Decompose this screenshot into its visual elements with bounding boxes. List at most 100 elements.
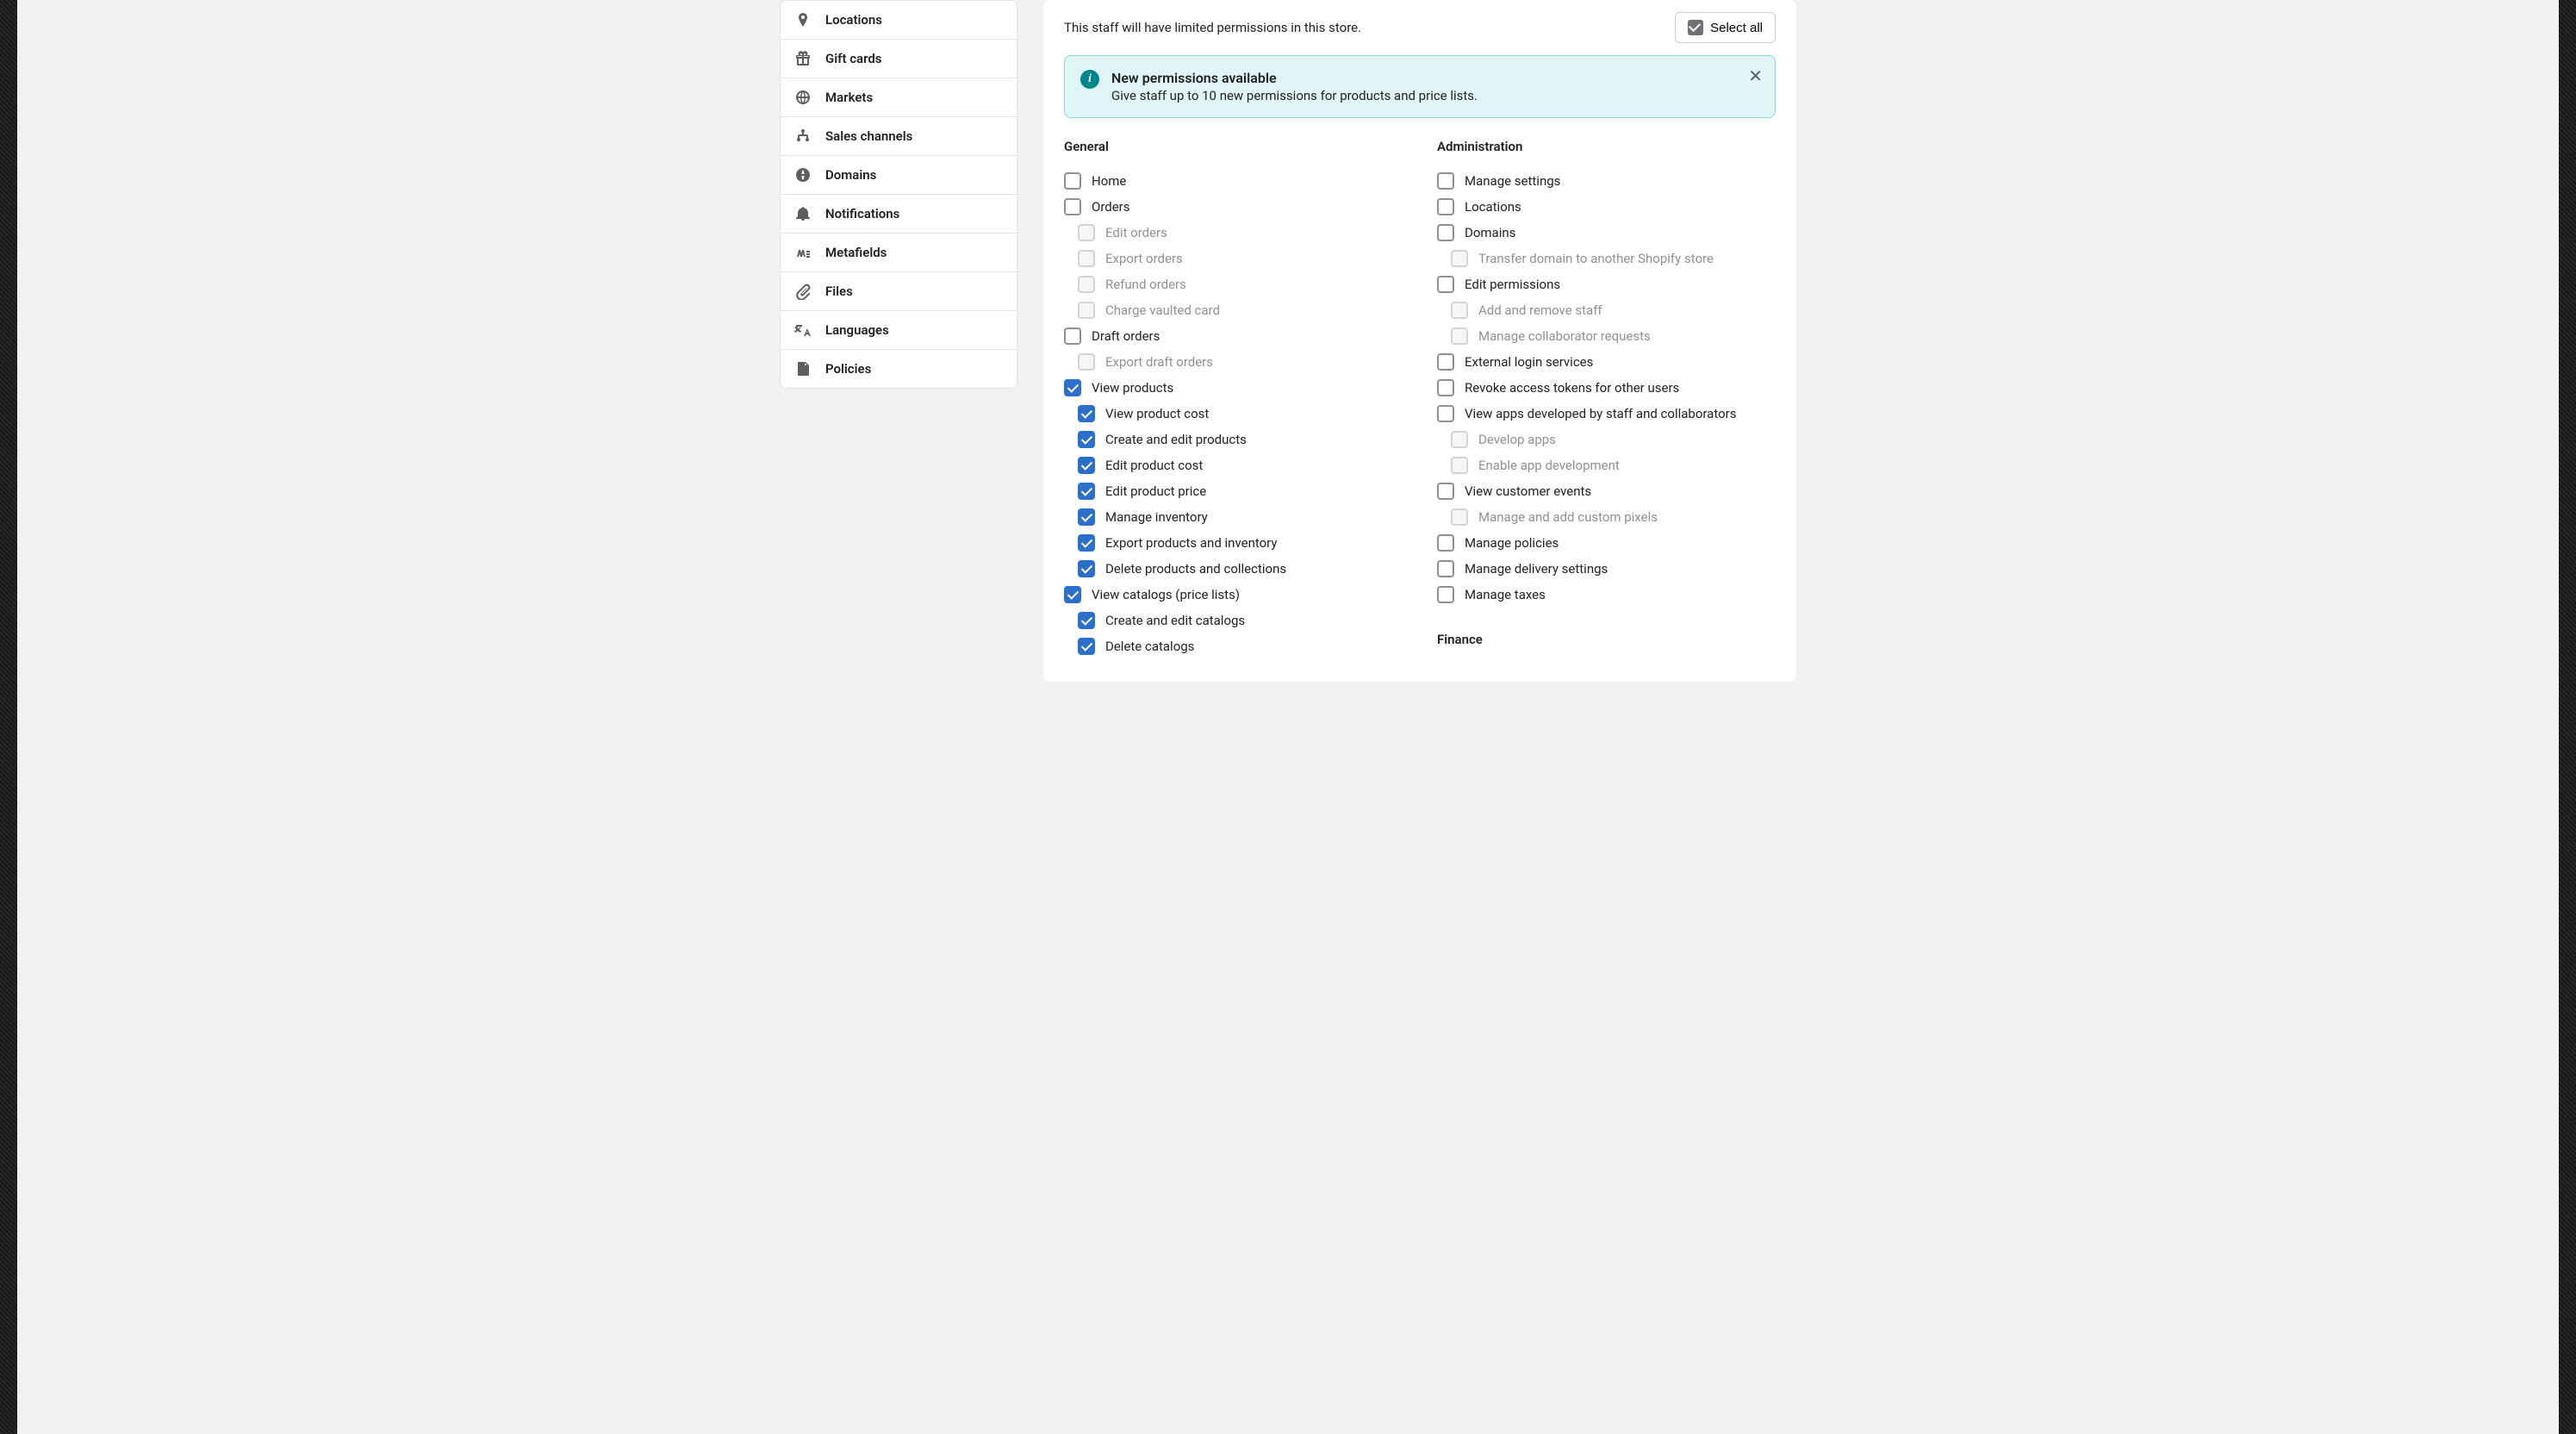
administration-permission-row[interactable]: Manage policies (1437, 530, 1776, 556)
general-permission-row[interactable]: Manage inventory (1078, 504, 1403, 530)
administration-permission-row[interactable]: Manage settings (1437, 168, 1776, 194)
checkbox[interactable] (1437, 198, 1454, 215)
permission-label: Manage collaborator requests (1478, 328, 1651, 344)
general-column: General HomeOrdersEdit ordersExport orde… (1064, 139, 1403, 661)
checkbox[interactable] (1437, 224, 1454, 241)
general-permission-row[interactable]: Export products and inventory (1078, 530, 1403, 556)
administration-permission-row[interactable]: Locations (1437, 194, 1776, 220)
general-permission-row[interactable]: Create and edit catalogs (1078, 608, 1403, 633)
checkbox[interactable] (1437, 483, 1454, 500)
checkbox[interactable] (1078, 612, 1095, 629)
settings-sidebar: Locations Gift cards Markets Sales channels… (780, 0, 1017, 389)
sidebar-item-notifications[interactable]: Notifications (781, 195, 1017, 234)
permission-label: View product cost (1105, 406, 1209, 421)
checkbox[interactable] (1078, 457, 1095, 474)
administration-permission-row: Transfer domain to another Shopify store (1451, 246, 1776, 271)
checkbox[interactable] (1078, 431, 1095, 448)
permission-label: View products (1092, 380, 1173, 396)
sidebar-item-markets[interactable]: Markets (781, 78, 1017, 117)
checkbox[interactable] (1078, 508, 1095, 526)
checkbox[interactable] (1437, 172, 1454, 190)
administration-permission-row[interactable]: External login services (1437, 349, 1776, 375)
checkbox (1451, 431, 1468, 448)
checkbox[interactable] (1078, 560, 1095, 577)
checkbox[interactable] (1437, 353, 1454, 371)
permission-label: Manage settings (1465, 173, 1560, 189)
permissions-panel: This staff will have limited permissions… (1043, 0, 1796, 682)
checkbox[interactable] (1064, 379, 1081, 396)
checkbox (1451, 508, 1468, 526)
select-all-button[interactable]: Select all (1675, 12, 1776, 43)
general-permission-row[interactable]: View catalogs (price lists) (1064, 582, 1403, 608)
sidebar-item-languages[interactable]: Languages (781, 311, 1017, 350)
general-permission-row[interactable]: Delete products and collections (1078, 556, 1403, 582)
meta-icon (794, 244, 812, 261)
permission-label: Export products and inventory (1105, 535, 1277, 551)
administration-heading: Administration (1437, 139, 1776, 154)
general-permission-row[interactable]: Draft orders (1064, 323, 1403, 349)
administration-permission-row[interactable]: Domains (1437, 220, 1776, 246)
checkbox[interactable] (1437, 560, 1454, 577)
permission-label: Edit product cost (1105, 458, 1203, 473)
general-permission-row[interactable]: View product cost (1078, 401, 1403, 427)
permission-label: Manage inventory (1105, 509, 1208, 525)
administration-permission-row[interactable]: Revoke access tokens for other users (1437, 375, 1776, 401)
sidebar-item-metafields[interactable]: Metafields (781, 234, 1017, 272)
checkbox[interactable] (1437, 586, 1454, 603)
permission-label: View catalogs (price lists) (1092, 587, 1240, 602)
administration-permission-row[interactable]: Manage delivery settings (1437, 556, 1776, 582)
checkbox[interactable] (1437, 379, 1454, 396)
checkbox[interactable] (1064, 586, 1081, 603)
checkbox[interactable] (1064, 327, 1081, 345)
sidebar-item-sales-channels[interactable]: Sales channels (781, 117, 1017, 156)
checkbox (1078, 224, 1095, 241)
checkbox[interactable] (1078, 483, 1095, 500)
permission-label: Develop apps (1478, 432, 1556, 447)
permissions-description: This staff will have limited permissions… (1064, 20, 1361, 35)
checkbox (1451, 327, 1468, 345)
general-permission-row[interactable]: Create and edit products (1078, 427, 1403, 452)
info-icon: i (1080, 70, 1099, 89)
pin-icon (794, 11, 812, 28)
checkbox[interactable] (1437, 534, 1454, 552)
permission-label: Create and edit products (1105, 432, 1247, 447)
sidebar-item-locations[interactable]: Locations (781, 1, 1017, 40)
checkbox[interactable] (1078, 405, 1095, 422)
checkbox[interactable] (1437, 276, 1454, 293)
sidebar-item-domains[interactable]: Domains (781, 156, 1017, 195)
administration-permission-row[interactable]: Manage taxes (1437, 582, 1776, 608)
banner-close-button[interactable]: ✕ (1748, 68, 1763, 85)
permission-label: View customer events (1465, 483, 1591, 499)
permission-label: Enable app development (1478, 458, 1620, 473)
sidebar-item-label: Policies (825, 361, 871, 377)
channels-icon (794, 128, 812, 145)
sidebar-item-files[interactable]: Files (781, 272, 1017, 311)
permission-label: Manage and add custom pixels (1478, 509, 1658, 525)
general-permission-row[interactable]: Edit product cost (1078, 452, 1403, 478)
checkbox[interactable] (1064, 172, 1081, 190)
general-permission-row: Charge vaulted card (1078, 297, 1403, 323)
checkbox[interactable] (1078, 534, 1095, 552)
general-permission-row[interactable]: Edit product price (1078, 478, 1403, 504)
sidebar-item-label: Markets (825, 90, 873, 105)
checkbox[interactable] (1437, 405, 1454, 422)
new-permissions-banner: i New permissions available Give staff u… (1064, 55, 1776, 118)
permission-label: Transfer domain to another Shopify store (1478, 251, 1714, 266)
general-permission-row[interactable]: Orders (1064, 194, 1403, 220)
checkbox[interactable] (1064, 198, 1081, 215)
general-heading: General (1064, 139, 1403, 154)
administration-permission-row[interactable]: Edit permissions (1437, 271, 1776, 297)
checkbox (1078, 302, 1095, 319)
permission-label: Locations (1465, 199, 1521, 215)
sidebar-item-label: Gift cards (825, 51, 882, 66)
general-permission-row[interactable]: View products (1064, 375, 1403, 401)
checkbox (1451, 457, 1468, 474)
sidebar-item-policies[interactable]: Policies (781, 350, 1017, 388)
sidebar-item-gift-cards[interactable]: Gift cards (781, 40, 1017, 78)
checkbox (1078, 353, 1095, 371)
administration-permission-row[interactable]: View apps developed by staff and collabo… (1437, 401, 1776, 427)
checkbox[interactable] (1078, 638, 1095, 655)
general-permission-row[interactable]: Home (1064, 168, 1403, 194)
administration-permission-row[interactable]: View customer events (1437, 478, 1776, 504)
general-permission-row[interactable]: Delete catalogs (1078, 633, 1403, 659)
